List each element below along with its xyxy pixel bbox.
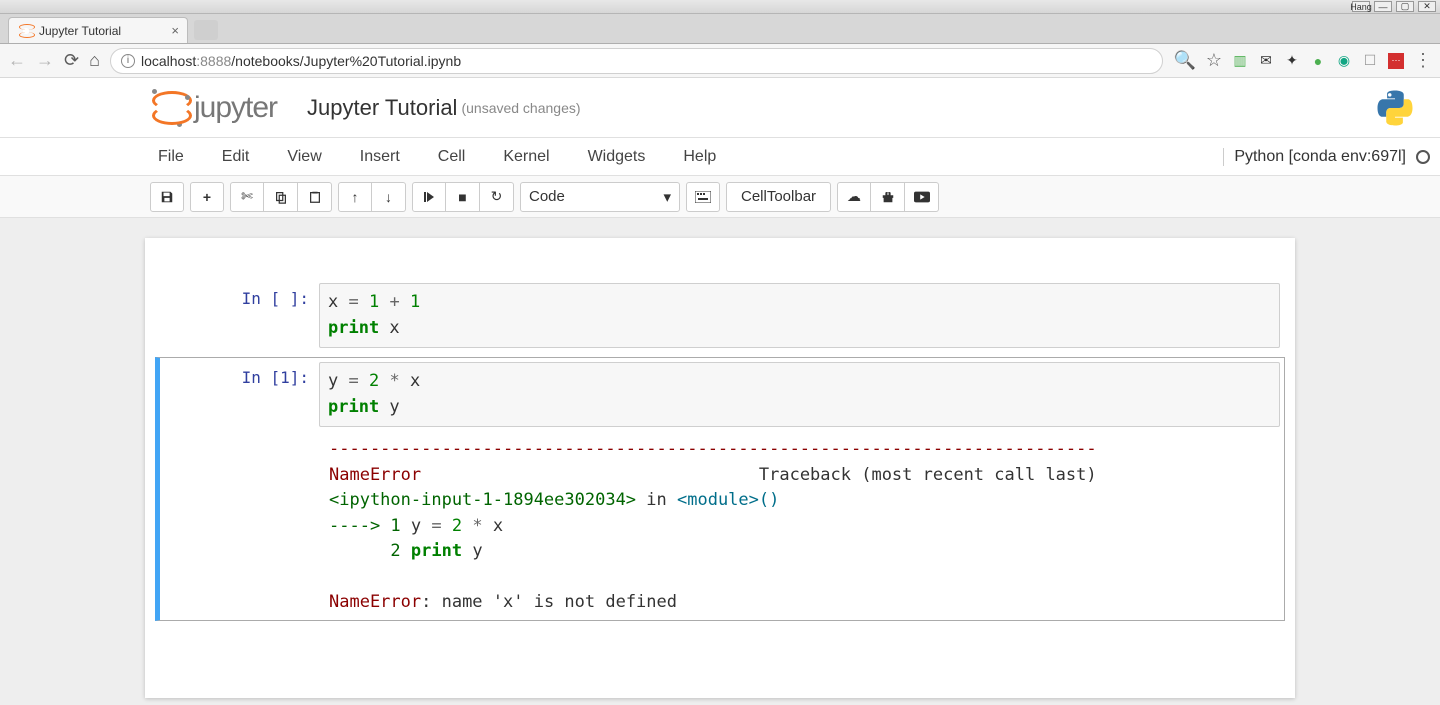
forward-button: → (36, 50, 54, 71)
maximize-button[interactable]: ▢ (1396, 1, 1414, 12)
browser-toolbar: ← → ⟳ ⌂ i localhost:8888/notebooks/Jupyt… (0, 44, 1440, 78)
notebook-container: In [ ]: x = 1 + 1print x In [1]: y = 2 *… (145, 238, 1295, 698)
notebook-name[interactable]: Jupyter Tutorial (307, 95, 457, 121)
url-path: /notebooks/Jupyter%20Tutorial.ipynb (231, 53, 461, 69)
kernel-indicator-icon[interactable] (1416, 150, 1430, 164)
slideshow-button[interactable] (905, 182, 939, 212)
code-input[interactable]: x = 1 + 1print x (319, 283, 1280, 348)
address-bar[interactable]: i localhost:8888/notebooks/Jupyter%20Tut… (110, 48, 1163, 74)
menu-insert[interactable]: Insert (360, 148, 400, 166)
paste-button[interactable] (298, 182, 332, 212)
extension-icon[interactable]: ▥ (1232, 53, 1248, 69)
site-info-icon[interactable]: i (121, 54, 135, 68)
menubar: File Edit View Insert Cell Kernel Widget… (0, 138, 1440, 176)
menu-edit[interactable]: Edit (222, 148, 250, 166)
menu-cell[interactable]: Cell (438, 148, 466, 166)
jupyter-favicon-icon (19, 24, 33, 38)
kernel-name: Python [conda env:697l] (1234, 148, 1406, 166)
python-logo-icon (1374, 87, 1416, 129)
notebook-header: jupyter Jupyter Tutorial (unsaved change… (0, 78, 1440, 138)
home-button[interactable]: ⌂ (89, 50, 100, 71)
restart-button[interactable]: ↻ (480, 182, 514, 212)
chevron-down-icon: ▾ (663, 188, 671, 206)
url-host: localhost (141, 53, 196, 69)
interrupt-button[interactable]: ■ (446, 182, 480, 212)
menu-help[interactable]: Help (683, 148, 716, 166)
celltoolbar-button[interactable]: CellToolbar (726, 182, 831, 212)
code-cell[interactable]: In [1]: y = 2 * xprint y ---------------… (155, 357, 1285, 621)
extension-icons: ▥ ✉ ✦ ● ◉ ☐ ⋯ ⋮ (1232, 50, 1432, 71)
jupyter-logo-icon (150, 89, 188, 127)
browser-tabstrip: Jupyter Tutorial × (0, 14, 1440, 44)
cell-type-select[interactable]: Code ▾ (520, 182, 680, 212)
back-button[interactable]: ← (8, 50, 26, 71)
jupyter-logo-text: jupyter (194, 91, 277, 125)
reload-button[interactable]: ⟳ (64, 50, 79, 71)
extension-icon[interactable]: ☐ (1362, 53, 1378, 69)
save-status: (unsaved changes) (461, 100, 580, 116)
extension-icon[interactable]: ● (1310, 53, 1326, 69)
save-button[interactable] (150, 182, 184, 212)
notebook-background: In [ ]: x = 1 + 1print x In [1]: y = 2 *… (0, 218, 1440, 705)
menu-kernel[interactable]: Kernel (503, 148, 549, 166)
menu-file[interactable]: File (158, 148, 184, 166)
toolbar: + ✄ ↑ ↓ ■ ↻ Code ▾ CellToolbar ☁ (0, 176, 1440, 218)
zoom-icon[interactable]: 🔍 (1173, 50, 1195, 71)
add-cell-button[interactable]: + (190, 182, 224, 212)
cell-type-value: Code (529, 188, 565, 205)
move-up-button[interactable]: ↑ (338, 182, 372, 212)
menu-widgets[interactable]: Widgets (588, 148, 646, 166)
code-input[interactable]: y = 2 * xprint y (319, 362, 1280, 427)
run-button[interactable] (412, 182, 446, 212)
menu-view[interactable]: View (287, 148, 321, 166)
extension-icon[interactable]: ✉ (1258, 53, 1274, 69)
new-tab-button[interactable] (194, 20, 218, 40)
extension-icon[interactable]: ⋯ (1388, 53, 1404, 69)
tab-title: Jupyter Tutorial (39, 24, 121, 38)
grammarly-icon[interactable]: ◉ (1336, 53, 1352, 69)
close-window-button[interactable]: ✕ (1418, 1, 1436, 12)
jupyter-logo[interactable]: jupyter (150, 89, 277, 127)
output-area: ----------------------------------------… (319, 427, 1280, 616)
input-prompt: In [ ]: (164, 283, 319, 348)
hang-button[interactable]: Hang (1352, 1, 1370, 12)
page-content: jupyter Jupyter Tutorial (unsaved change… (0, 78, 1440, 705)
browser-tab[interactable]: Jupyter Tutorial × (8, 17, 188, 43)
command-palette-button[interactable] (686, 182, 720, 212)
window-titlebar: Hang — ▢ ✕ (0, 0, 1440, 14)
move-down-button[interactable]: ↓ (372, 182, 406, 212)
minimize-button[interactable]: — (1374, 1, 1392, 12)
cloud-upload-button[interactable]: ☁ (837, 182, 871, 212)
evernote-icon[interactable]: ✦ (1284, 53, 1300, 69)
cut-button[interactable]: ✄ (230, 182, 264, 212)
input-prompt: In [1]: (164, 362, 319, 616)
url-port: :8888 (196, 53, 231, 69)
browser-menu-icon[interactable]: ⋮ (1414, 50, 1432, 71)
gift-button[interactable] (871, 182, 905, 212)
tab-close-icon[interactable]: × (171, 23, 179, 38)
copy-button[interactable] (264, 182, 298, 212)
bookmark-star-icon[interactable]: ☆ (1206, 50, 1222, 71)
code-cell[interactable]: In [ ]: x = 1 + 1print x (155, 278, 1285, 353)
